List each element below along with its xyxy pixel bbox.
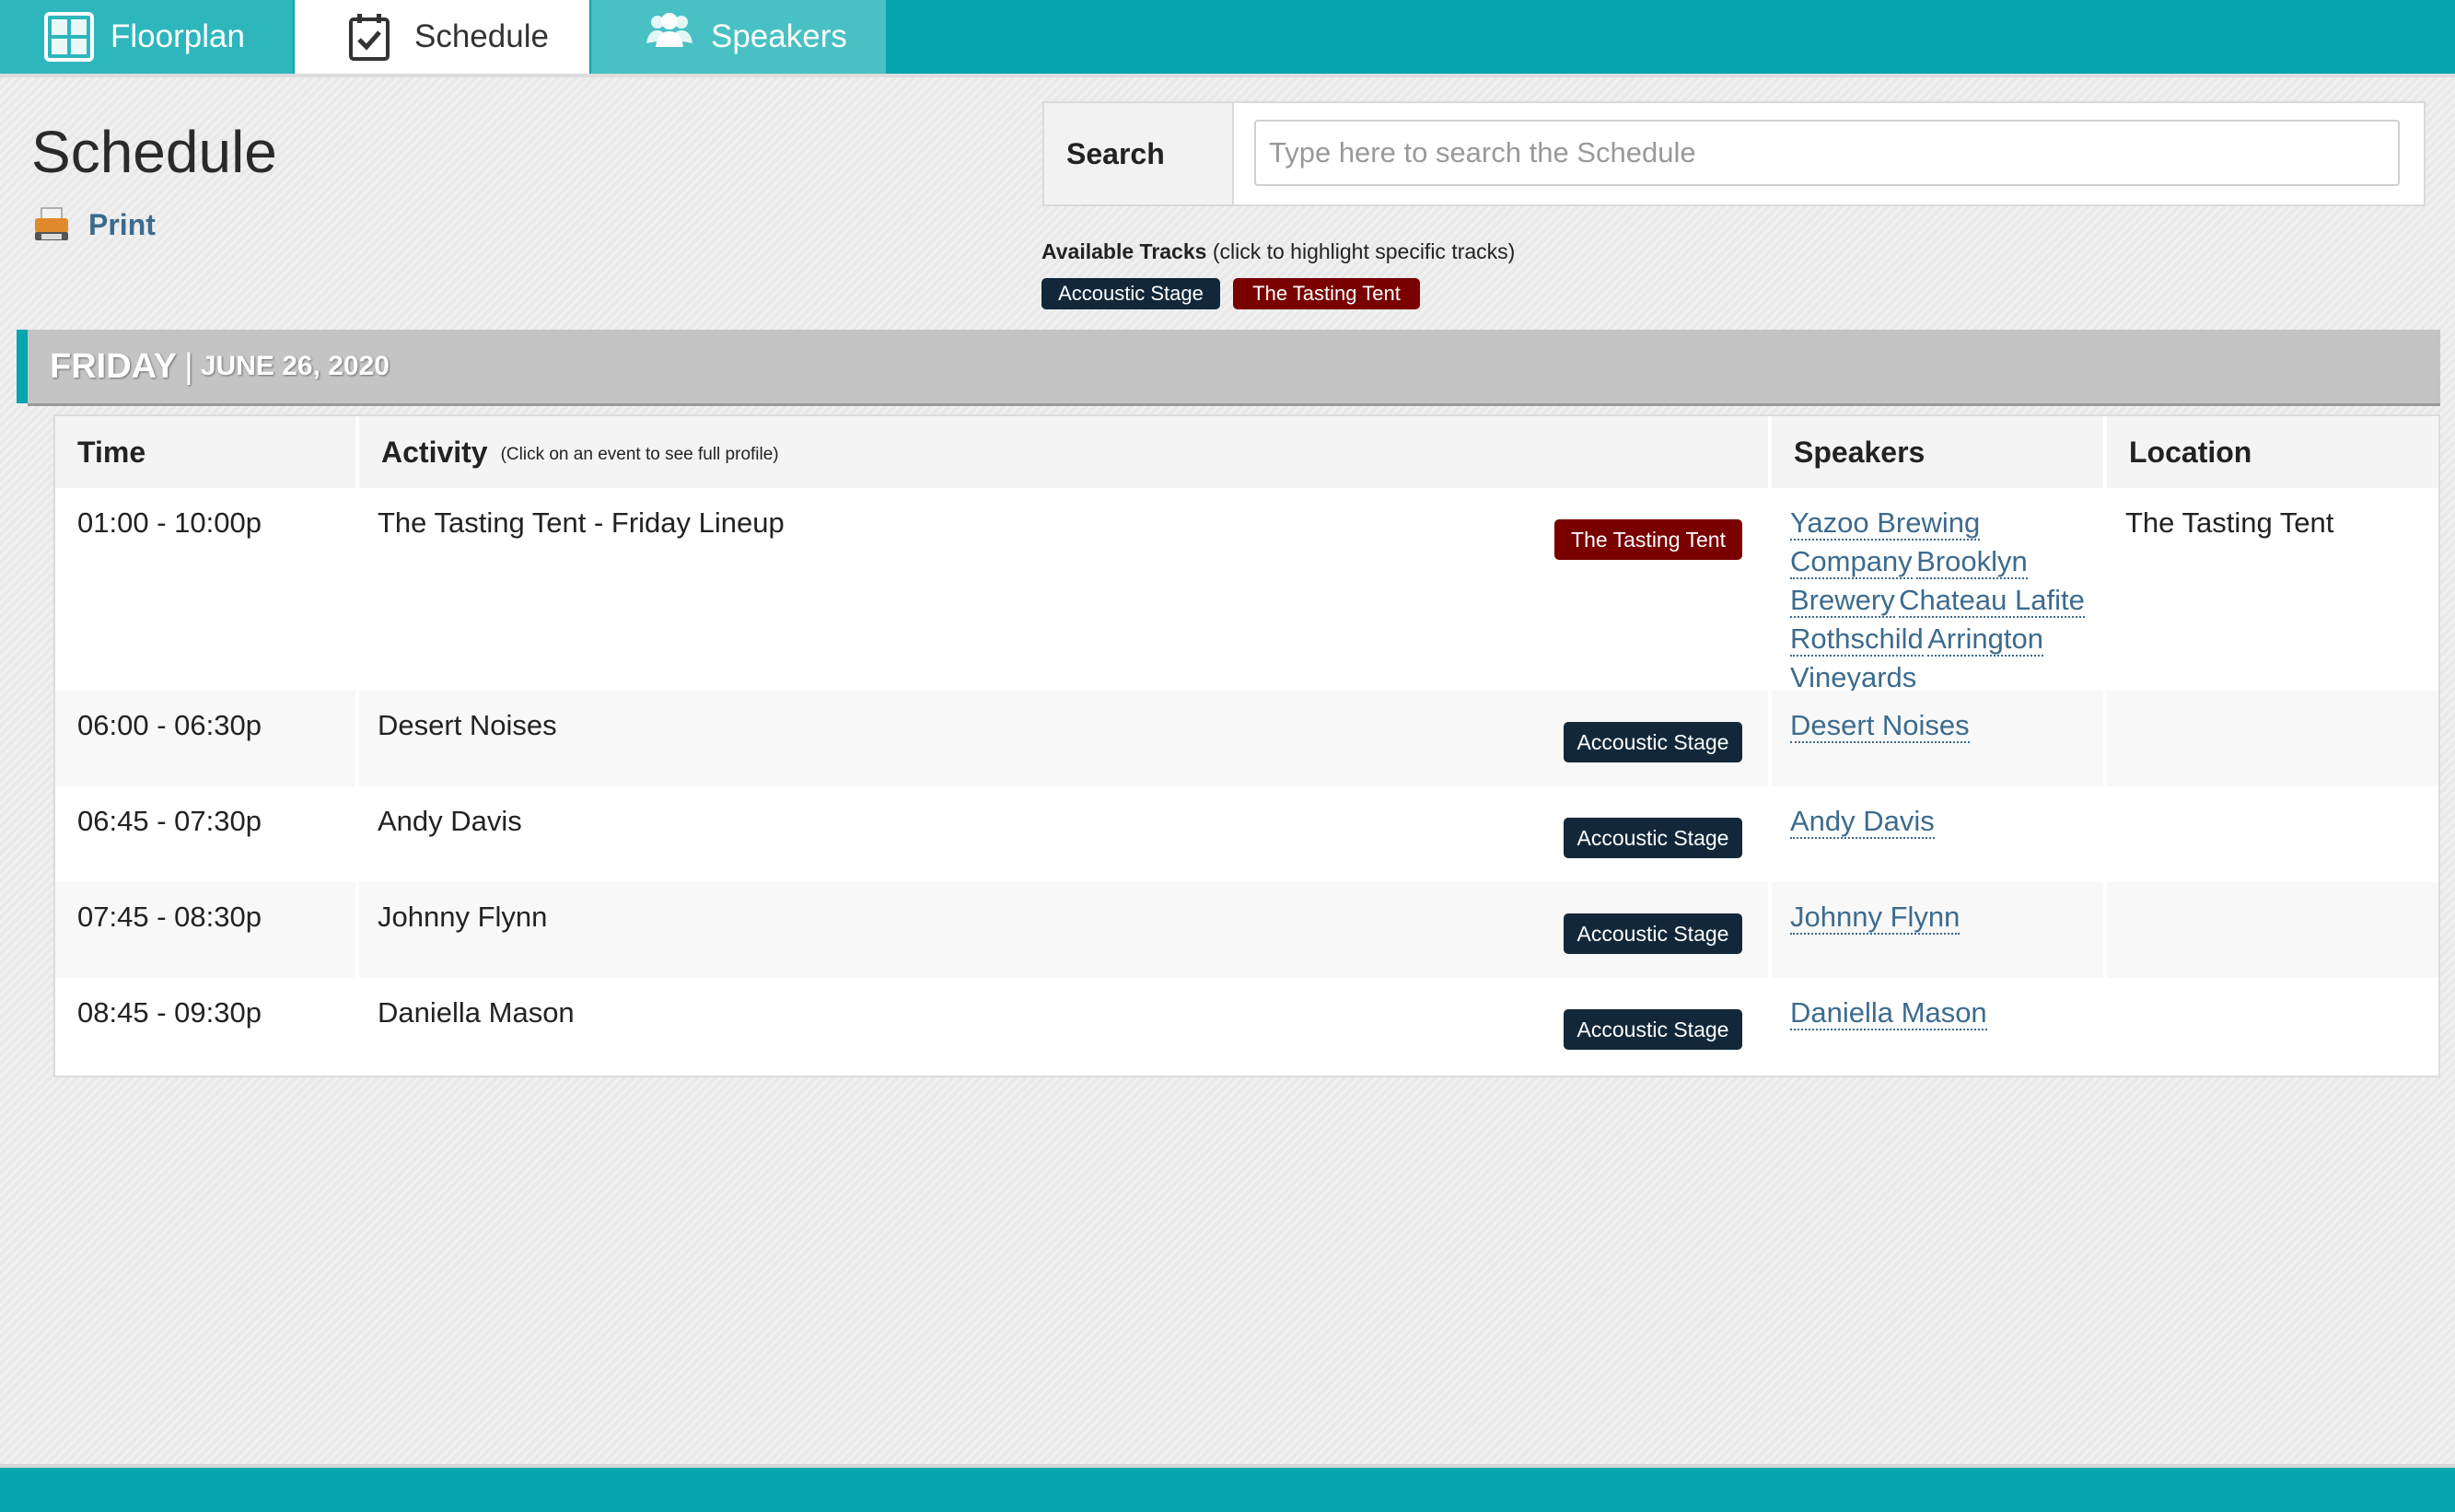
column-header-activity: Activity (Click on an event to see full … (359, 416, 1768, 488)
tab-speakers[interactable]: Speakers (591, 0, 886, 74)
column-header-activity-label: Activity (381, 435, 488, 469)
speaker-link[interactable]: Johnny Flynn (1790, 901, 1961, 935)
print-button[interactable]: Print (33, 206, 156, 243)
table-row[interactable]: 06:45 - 07:30p Andy Davis Accoustic Stag… (55, 786, 2438, 882)
search-panel: Search (1042, 101, 2426, 206)
speaker-link[interactable]: Desert Noises (1790, 709, 1970, 743)
table-row[interactable]: 06:00 - 06:30p Desert Noises Accoustic S… (55, 691, 2438, 786)
column-header-time: Time (55, 416, 355, 488)
row-track-badge[interactable]: Accoustic Stage (1564, 818, 1742, 858)
row-speakers: Yazoo Brewing Company Brooklyn Brewery C… (1790, 506, 2094, 700)
tracks-heading: Available Tracks (click to highlight spe… (1041, 239, 1515, 264)
row-speakers: Desert Noises (1790, 709, 1970, 748)
table-row[interactable]: 01:00 - 10:00p The Tasting Tent - Friday… (55, 488, 2438, 695)
schedule-table: Time Activity (Click on an event to see … (53, 414, 2440, 1077)
tab-floorplan[interactable]: Floorplan (0, 0, 293, 74)
top-nav: Floorplan Schedule Speakers (0, 0, 2455, 77)
tracks-heading-title: Available Tracks (1041, 239, 1207, 263)
row-activity[interactable]: The Tasting Tent - Friday Lineup (378, 506, 785, 540)
row-speakers: Johnny Flynn (1790, 901, 1961, 939)
table-row[interactable]: 08:45 - 09:30p Daniella Mason Accoustic … (55, 978, 2438, 1074)
row-time: 08:45 - 09:30p (77, 996, 262, 1029)
track-filter-tasting-tent[interactable]: The Tasting Tent (1233, 278, 1420, 309)
column-header-speakers-label: Speakers (1794, 435, 1926, 469)
row-track-badge[interactable]: Accoustic Stage (1564, 1009, 1742, 1050)
printer-icon (33, 206, 70, 243)
row-location: The Tasting Tent (2125, 506, 2334, 539)
tab-schedule-label: Schedule (414, 18, 549, 54)
print-label: Print (88, 207, 156, 241)
floorplan-icon (44, 12, 94, 62)
search-label: Search (1044, 103, 1234, 204)
day-weekday: FRIDAY (50, 346, 177, 386)
row-time: 01:00 - 10:00p (77, 506, 262, 539)
column-header-speakers: Speakers (1772, 416, 2103, 488)
page-title: Schedule (31, 119, 277, 185)
row-activity[interactable]: Johnny Flynn (378, 901, 547, 934)
column-header-location: Location (2107, 416, 2438, 488)
row-activity[interactable]: Desert Noises (378, 709, 557, 742)
tab-floorplan-label: Floorplan (111, 18, 245, 54)
calendar-check-icon (348, 12, 398, 62)
column-header-time-label: Time (77, 435, 146, 469)
row-track-badge[interactable]: The Tasting Tent (1554, 519, 1742, 560)
table-row[interactable]: 07:45 - 08:30p Johnny Flynn Accoustic St… (55, 882, 2438, 978)
row-time: 07:45 - 08:30p (77, 901, 262, 933)
row-track-badge[interactable]: Accoustic Stage (1564, 722, 1742, 762)
tracks-heading-hint: (click to highlight specific tracks) (1212, 239, 1516, 263)
tab-schedule[interactable]: Schedule (295, 0, 589, 74)
row-activity[interactable]: Daniella Mason (378, 996, 575, 1029)
column-header-activity-hint: (Click on an event to see full profile) (500, 445, 779, 464)
search-input[interactable] (1254, 120, 2400, 186)
footer-bar (0, 1464, 2455, 1512)
day-header: FRIDAY | JUNE 26, 2020 (17, 330, 2440, 406)
speaker-link[interactable]: Daniella Mason (1790, 996, 1987, 1030)
day-separator: | (183, 346, 193, 386)
people-icon (645, 12, 694, 62)
row-speakers: Daniella Mason (1790, 996, 1987, 1035)
row-time: 06:00 - 06:30p (77, 709, 262, 741)
track-filter-accoustic-stage[interactable]: Accoustic Stage (1041, 278, 1220, 309)
speaker-link[interactable]: Andy Davis (1790, 805, 1935, 839)
day-date: JUNE 26, 2020 (200, 351, 390, 381)
row-activity[interactable]: Andy Davis (378, 805, 522, 838)
row-time: 06:45 - 07:30p (77, 805, 262, 837)
row-speakers: Andy Davis (1790, 805, 1935, 843)
row-track-badge[interactable]: Accoustic Stage (1564, 913, 1742, 954)
column-header-location-label: Location (2129, 435, 2252, 469)
tab-speakers-label: Speakers (711, 18, 847, 54)
